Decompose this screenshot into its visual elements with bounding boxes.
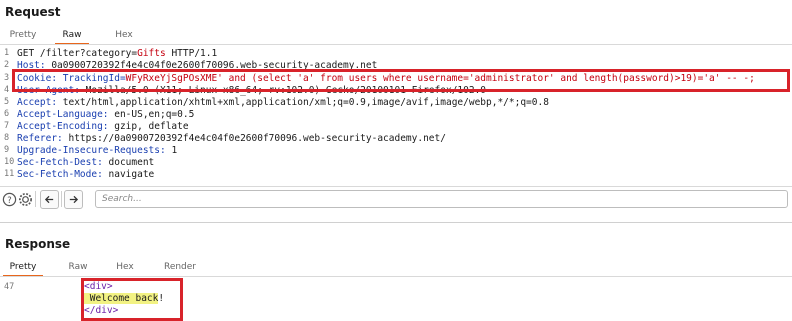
tab-raw[interactable]: Raw bbox=[55, 26, 89, 45]
code-token: Accept-Language: bbox=[17, 109, 115, 120]
request-tabs: Pretty Raw Hex bbox=[0, 26, 792, 45]
request-toolbar: ? Search... bbox=[0, 186, 792, 213]
code-token: Sec-Fetch-Mode: bbox=[17, 169, 109, 180]
code-token: Referer: bbox=[17, 133, 69, 144]
line-number: 10 bbox=[4, 157, 15, 167]
code-token: en-US,en;q=0.5 bbox=[114, 109, 195, 120]
line-number: 1 bbox=[4, 48, 10, 58]
help-icon[interactable]: ? bbox=[1, 191, 17, 207]
tab-divider bbox=[0, 276, 792, 277]
line-number: 5 bbox=[4, 97, 10, 107]
code-token: HTTP/1.1 bbox=[165, 48, 218, 59]
request-line-text: Referer: https://0a0900720392f4e4c04f0e2… bbox=[17, 133, 446, 144]
request-line-text: Sec-Fetch-Dest: document bbox=[17, 157, 154, 168]
svg-text:?: ? bbox=[7, 194, 11, 204]
line-number: 47 bbox=[4, 282, 15, 292]
tab-pretty[interactable]: Pretty bbox=[3, 258, 43, 277]
request-editor[interactable]: 1 GET /filter?category=Gifts HTTP/1.1 2 Hos… bbox=[0, 46, 792, 185]
tab-divider bbox=[0, 44, 792, 45]
cookie-highlight-box bbox=[12, 69, 790, 92]
panel-divider bbox=[0, 222, 792, 223]
code-token: https://0a0900720392f4e4c04f0e2600f70096… bbox=[68, 133, 446, 144]
back-arrow-icon[interactable] bbox=[40, 190, 59, 209]
code-token: gzip, deflate bbox=[114, 121, 189, 132]
request-line-text: GET /filter?category=Gifts HTTP/1.1 bbox=[17, 48, 217, 59]
request-title: Request bbox=[5, 5, 61, 19]
line-number: 8 bbox=[4, 133, 10, 143]
line-number: 7 bbox=[4, 121, 10, 131]
tab-render[interactable]: Render bbox=[158, 258, 202, 276]
code-token: 1 bbox=[171, 145, 178, 156]
code-token: Upgrade-Insecure-Requests: bbox=[17, 145, 172, 156]
forward-arrow-icon[interactable] bbox=[64, 190, 83, 209]
code-token: text/html,application/xhtml+xml,applicat… bbox=[62, 97, 549, 108]
welcome-highlight-box bbox=[81, 278, 183, 321]
line-number: 6 bbox=[4, 109, 10, 119]
code-token: Accept-Encoding: bbox=[17, 121, 115, 132]
request-line-text: Sec-Fetch-Mode: navigate bbox=[17, 169, 154, 180]
tab-pretty[interactable]: Pretty bbox=[3, 26, 43, 44]
code-token: document bbox=[108, 157, 155, 168]
search-input[interactable]: Search... bbox=[95, 190, 788, 208]
line-number: 9 bbox=[4, 145, 10, 155]
tab-hex[interactable]: Hex bbox=[108, 258, 142, 276]
code-token: Sec-Fetch-Dest: bbox=[17, 157, 109, 168]
code-token: Gifts bbox=[137, 48, 166, 59]
code-token: GET /filter?category= bbox=[17, 48, 138, 59]
response-tabs: Pretty Raw Hex Render bbox=[0, 258, 792, 277]
request-line-text: Accept-Language: en-US,en;q=0.5 bbox=[17, 109, 194, 120]
response-title: Response bbox=[5, 237, 71, 251]
tab-raw[interactable]: Raw bbox=[61, 258, 95, 276]
line-number: 11 bbox=[4, 169, 15, 179]
code-token: Accept: bbox=[17, 97, 63, 108]
code-token: navigate bbox=[108, 169, 155, 180]
toolbar-separator bbox=[61, 191, 62, 207]
request-line-text: Upgrade-Insecure-Requests: 1 bbox=[17, 145, 177, 156]
tab-hex[interactable]: Hex bbox=[106, 26, 142, 44]
toolbar-separator bbox=[35, 191, 36, 207]
request-line-text: Accept: text/html,application/xhtml+xml,… bbox=[17, 97, 549, 108]
settings-icon[interactable] bbox=[17, 191, 33, 207]
request-line-text: Accept-Encoding: gzip, deflate bbox=[17, 121, 189, 132]
